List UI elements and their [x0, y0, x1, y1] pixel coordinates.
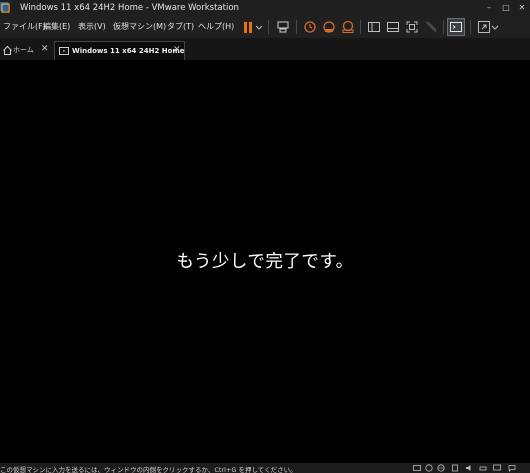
display-icon[interactable]: [493, 464, 501, 472]
sound-icon[interactable]: [465, 464, 473, 472]
menu-toolbar: ファイル(F) 編集(E) 表示(V) 仮想マシン(M) タブ(T) ヘルプ(H…: [0, 16, 530, 38]
unity-icon[interactable]: [423, 19, 439, 35]
usb-icon[interactable]: [451, 464, 459, 472]
thumbnail-bar-icon[interactable]: [385, 19, 401, 35]
menu-tabs[interactable]: タブ(T): [167, 21, 194, 33]
menu-view[interactable]: 表示(V): [78, 21, 106, 33]
tab-bar: ホーム ✕ Windows 11 x64 24H2 Home ✕: [0, 38, 530, 61]
vm-running-icon: [59, 47, 69, 55]
revert-snapshot-icon[interactable]: [321, 19, 337, 35]
home-icon: [3, 45, 12, 55]
snapshot-manager-icon[interactable]: [340, 19, 356, 35]
dropdown-arrow-icon[interactable]: [254, 19, 264, 35]
toolbar-separator: [470, 20, 471, 34]
setup-status-message: もう少しで完了です。: [176, 252, 354, 272]
tab-home-close-icon[interactable]: ✕: [41, 44, 49, 55]
tab-vm-label: Windows 11 x64 24H2 Home: [72, 47, 185, 55]
window-title: Windows 11 x64 24H2 Home - VMware Workst…: [20, 3, 239, 13]
message-icon[interactable]: [508, 464, 516, 472]
close-window-button[interactable]: ✕: [514, 0, 530, 16]
network-icon[interactable]: [437, 464, 445, 472]
console-view-icon[interactable]: [448, 19, 464, 35]
minimize-button[interactable]: –: [481, 0, 497, 16]
toolbar-separator: [443, 20, 444, 34]
snapshot-icon[interactable]: [302, 19, 318, 35]
status-bar: この仮想マシンに入力を送るには、ウィンドウの内側をクリックするか、Ctrl+G …: [0, 463, 530, 473]
cd-rom-icon[interactable]: [425, 464, 433, 472]
maximize-button[interactable]: □: [498, 0, 514, 16]
printer-icon[interactable]: [479, 464, 487, 472]
toolbar-separator: [360, 20, 361, 34]
toolbar-separator: [296, 20, 297, 34]
menu-help[interactable]: ヘルプ(H): [198, 21, 234, 33]
status-text: この仮想マシンに入力を送るには、ウィンドウの内側をクリックするか、Ctrl+G …: [0, 466, 297, 473]
tab-home-label: ホーム: [13, 46, 34, 54]
hard-disk-icon[interactable]: [413, 464, 421, 472]
vmware-workstation-window: Windows 11 x64 24H2 Home - VMware Workst…: [0, 0, 530, 473]
vmware-logo-icon: [0, 2, 10, 13]
menu-file[interactable]: ファイル(F): [3, 21, 46, 33]
send-keys-icon[interactable]: [275, 19, 291, 35]
sidebar-toggle-icon[interactable]: [366, 19, 382, 35]
tab-home[interactable]: ホーム ✕: [0, 41, 52, 60]
vm-console[interactable]: もう少しで完了です。: [0, 61, 530, 463]
toolbar-separator: [268, 20, 269, 34]
tab-vm[interactable]: Windows 11 x64 24H2 Home ✕: [54, 41, 185, 60]
menu-edit[interactable]: 編集(E): [43, 21, 70, 33]
full-screen-icon[interactable]: [404, 19, 420, 35]
tab-vm-close-icon[interactable]: ✕: [173, 45, 181, 56]
menu-vm[interactable]: 仮想マシン(M): [113, 21, 166, 33]
stretch-dropdown-icon[interactable]: [490, 19, 500, 35]
title-bar: Windows 11 x64 24H2 Home - VMware Workst…: [0, 0, 530, 16]
